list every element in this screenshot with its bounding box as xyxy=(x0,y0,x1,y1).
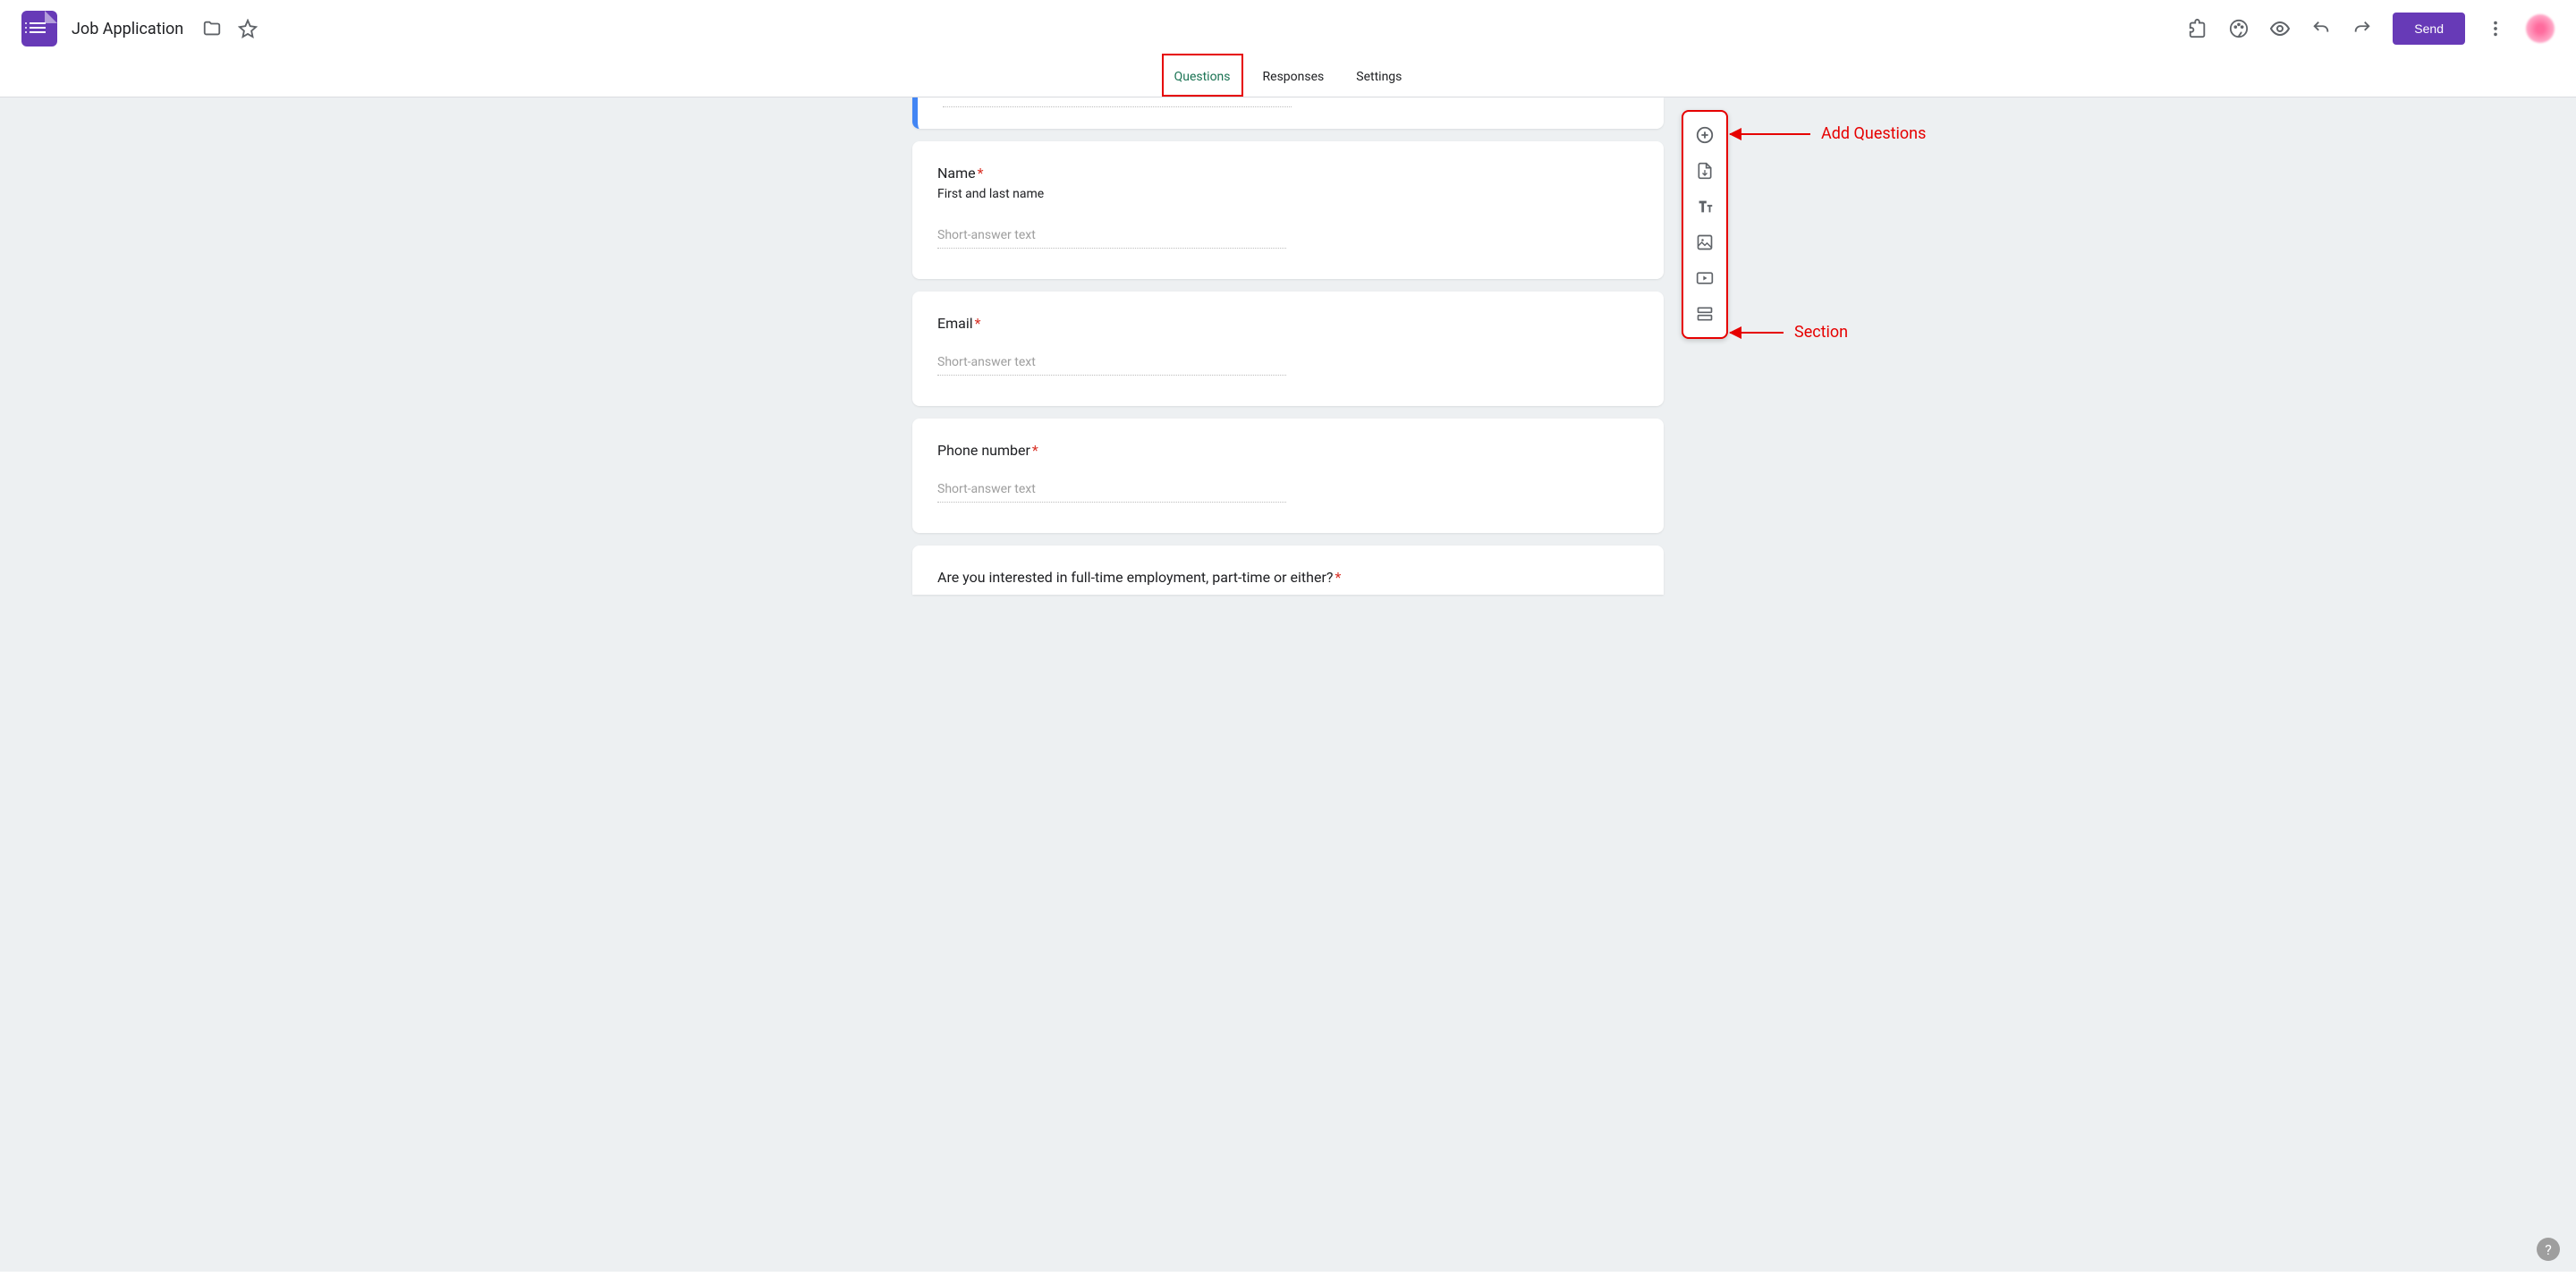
required-star-icon: * xyxy=(1335,569,1341,586)
image-icon xyxy=(1696,233,1714,251)
required-star-icon: * xyxy=(1032,442,1038,459)
forms-logo-icon[interactable] xyxy=(21,11,57,47)
required-star-icon: * xyxy=(975,315,981,332)
question-description: First and last name xyxy=(937,187,1639,201)
question-title: Name* xyxy=(937,165,1639,182)
preview-button[interactable] xyxy=(2262,11,2298,47)
account-avatar[interactable] xyxy=(2526,14,2555,43)
puzzle-icon xyxy=(2188,19,2207,38)
video-icon xyxy=(1695,269,1715,287)
palette-icon xyxy=(2229,19,2249,38)
question-card[interactable]: Name* First and last name Short-answer t… xyxy=(912,141,1664,279)
text-icon xyxy=(1695,197,1715,216)
redo-icon xyxy=(2352,19,2372,38)
more-vert-icon xyxy=(2486,19,2505,38)
annotation-label: Add Questions xyxy=(1821,124,1926,143)
arrow-icon xyxy=(1730,133,1810,135)
more-options-button[interactable] xyxy=(2478,11,2513,47)
form-canvas: Name* First and last name Short-answer t… xyxy=(0,97,2576,1272)
add-section-button[interactable] xyxy=(1687,298,1723,330)
question-card[interactable]: Are you interested in full-time employme… xyxy=(912,545,1664,595)
annotation-label: Section xyxy=(1794,323,1848,342)
star-button[interactable] xyxy=(230,11,266,47)
short-answer-placeholder: Short-answer text xyxy=(937,228,1286,249)
star-icon xyxy=(238,19,258,38)
add-video-button[interactable] xyxy=(1687,262,1723,294)
undo-icon xyxy=(2311,19,2331,38)
undo-button[interactable] xyxy=(2303,11,2339,47)
eye-icon xyxy=(2269,18,2291,39)
short-answer-placeholder: Short-answer text xyxy=(937,482,1286,503)
help-button[interactable]: ? xyxy=(2537,1238,2560,1261)
redo-button[interactable] xyxy=(2344,11,2380,47)
section-icon xyxy=(1696,305,1714,323)
add-title-button[interactable] xyxy=(1687,190,1723,223)
plus-circle-icon xyxy=(1695,125,1715,145)
tab-settings[interactable]: Settings xyxy=(1352,57,1405,97)
required-star-icon: * xyxy=(978,165,984,182)
send-button[interactable]: Send xyxy=(2393,13,2465,45)
import-questions-button[interactable] xyxy=(1687,155,1723,187)
question-title: Phone number* xyxy=(937,442,1639,459)
tab-responses[interactable]: Responses xyxy=(1259,57,1328,97)
annotation-section: Section xyxy=(1730,323,1848,342)
question-card[interactable]: Phone number* Short-answer text xyxy=(912,419,1664,533)
tab-bar: Questions Responses Settings xyxy=(0,57,2576,97)
question-card[interactable]: Email* Short-answer text xyxy=(912,292,1664,406)
folder-icon xyxy=(202,19,222,38)
annotation-add-questions: Add Questions xyxy=(1730,124,1926,143)
tab-questions[interactable]: Questions xyxy=(1171,57,1234,97)
question-title: Email* xyxy=(937,315,1639,332)
document-title[interactable]: Job Application xyxy=(72,20,183,38)
addons-button[interactable] xyxy=(2180,11,2216,47)
header-bar: Job Application Send xyxy=(0,0,2576,57)
form-area: Name* First and last name Short-answer t… xyxy=(912,97,1664,630)
short-answer-placeholder: Short-answer text xyxy=(937,355,1286,376)
import-file-icon xyxy=(1696,161,1714,181)
move-to-folder-button[interactable] xyxy=(194,11,230,47)
arrow-icon xyxy=(1730,332,1784,334)
floating-toolbar xyxy=(1682,110,1728,339)
tab-label: Questions xyxy=(1174,70,1231,84)
question-card-partial[interactable] xyxy=(912,97,1664,129)
add-question-button[interactable] xyxy=(1687,119,1723,151)
help-icon: ? xyxy=(2545,1241,2552,1258)
header-actions: Send xyxy=(2180,11,2555,47)
add-image-button[interactable] xyxy=(1687,226,1723,258)
customize-theme-button[interactable] xyxy=(2221,11,2257,47)
question-title: Are you interested in full-time employme… xyxy=(937,569,1639,586)
